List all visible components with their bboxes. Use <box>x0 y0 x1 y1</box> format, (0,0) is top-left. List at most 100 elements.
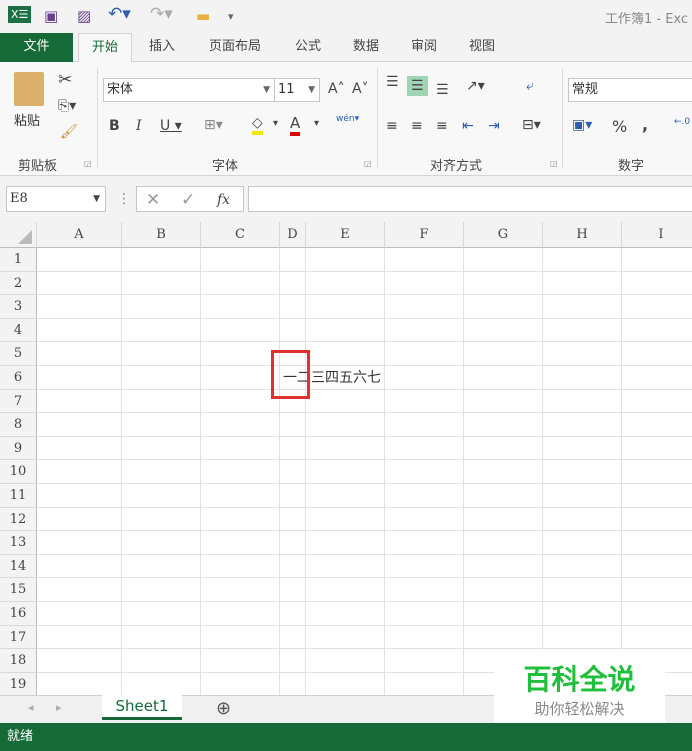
tab-insert[interactable]: 插入 <box>140 33 184 62</box>
save-icon[interactable]: ▣ <box>44 7 58 25</box>
row-header-12[interactable]: 12 <box>0 507 37 532</box>
gridline <box>37 506 692 508</box>
tab-data[interactable]: 数据 <box>344 33 388 62</box>
bold-icon[interactable]: B <box>109 118 120 134</box>
format-painter-icon[interactable]: 🖌 <box>60 124 78 140</box>
name-box[interactable]: E8 ▼ <box>6 186 106 212</box>
gridline <box>279 248 280 695</box>
font-color-icon[interactable]: A <box>290 114 301 136</box>
align-right-icon[interactable]: ≡ <box>436 118 448 134</box>
row-header-15[interactable]: 15 <box>0 578 37 602</box>
row-header-14[interactable]: 14 <box>0 554 37 579</box>
increase-indent-icon[interactable]: ⇥ <box>488 118 500 134</box>
row-header-13[interactable]: 13 <box>0 531 37 555</box>
decrease-font-icon[interactable]: A˅ <box>352 81 369 97</box>
row-header-8[interactable]: 8 <box>0 413 37 437</box>
new-sheet-icon[interactable]: ⊕ <box>216 698 231 719</box>
align-left-icon[interactable]: ≡ <box>386 118 398 134</box>
gridline <box>37 553 692 555</box>
tab-page-layout[interactable]: 页面布局 <box>198 33 272 62</box>
dialog-launcher-icon[interactable]: ◲ <box>364 159 372 168</box>
tab-review[interactable]: 审阅 <box>402 33 446 62</box>
insert-function-icon[interactable]: fx <box>217 189 230 211</box>
sheet-tab-sheet1[interactable]: Sheet1 <box>102 695 182 720</box>
phonetic-icon[interactable]: wén▾ <box>336 114 359 124</box>
align-top-icon[interactable]: ☰ <box>386 74 399 90</box>
row-header-17[interactable]: 17 <box>0 625 37 650</box>
column-header-f[interactable]: F <box>385 222 464 248</box>
column-header-g[interactable]: G <box>464 222 543 248</box>
open-folder-icon[interactable]: ▬ <box>196 7 210 25</box>
row-header-19[interactable]: 19 <box>0 672 37 697</box>
align-bottom-icon[interactable]: ☰ <box>436 82 449 98</box>
decrease-indent-icon[interactable]: ⇤ <box>462 118 474 134</box>
tab-home[interactable]: 开始 <box>78 33 132 63</box>
cut-icon[interactable]: ✂ <box>58 70 72 90</box>
row-header-5[interactable]: 5 <box>0 342 37 366</box>
increase-font-icon[interactable]: A˄ <box>328 81 345 97</box>
scroll-left-icon[interactable]: ◂ <box>28 701 34 714</box>
align-middle-icon[interactable]: ☰ <box>407 76 428 96</box>
column-header-i[interactable]: I <box>622 222 692 248</box>
font-size-value: 11 <box>278 82 295 97</box>
wrap-text-icon[interactable]: ⤶ <box>526 78 534 94</box>
paste-icon[interactable] <box>14 72 44 106</box>
underline-icon[interactable]: U ▾ <box>160 118 182 134</box>
group-label-alignment: 对齐方式 <box>430 159 483 174</box>
column-header-c[interactable]: C <box>201 222 280 248</box>
comma-icon[interactable]: , <box>642 115 648 134</box>
scroll-right-icon[interactable]: ▸ <box>56 701 62 714</box>
merge-center-icon[interactable]: ⊟▾ <box>522 117 541 133</box>
fill-color-icon[interactable]: ◇ <box>252 115 263 135</box>
column-header-h[interactable]: H <box>543 222 622 248</box>
font-name-select[interactable]: 宋体 ▼ <box>103 78 275 102</box>
undo-icon[interactable]: ↶▾ <box>108 4 131 24</box>
italic-icon[interactable]: I <box>136 118 142 134</box>
gridline <box>37 317 692 319</box>
watermark-subtitle: 助你轻松解决 <box>534 700 625 718</box>
row-header-18[interactable]: 18 <box>0 649 37 673</box>
number-format-select[interactable]: 常规 <box>568 78 692 102</box>
font-name-value: 宋体 <box>107 82 134 97</box>
copy-icon[interactable]: ⎘▾ <box>58 98 76 114</box>
align-center-icon[interactable]: ≡ <box>411 118 423 134</box>
orientation-icon[interactable]: ↗▾ <box>466 78 485 94</box>
row-header-10[interactable]: 10 <box>0 460 37 484</box>
row-header-1[interactable]: 1 <box>0 248 37 272</box>
row-header-4[interactable]: 4 <box>0 318 37 343</box>
column-header-d[interactable]: D <box>280 222 306 248</box>
worksheet-grid[interactable]: ABCDEFGHI 1 2 3 4 5 6 7 8 9 10 11 12 13 14 15 16 17 18 19 … <box>0 222 692 697</box>
formula-input[interactable] <box>248 186 692 212</box>
column-header-b[interactable]: B <box>122 222 201 248</box>
row-header-16[interactable]: 16 <box>0 602 37 626</box>
row-header-7[interactable]: 7 <box>0 389 37 414</box>
gridline <box>37 365 692 366</box>
dialog-launcher-icon[interactable]: ◲ <box>84 159 92 168</box>
gridline <box>37 294 692 296</box>
borders-icon[interactable]: ⊞▾ <box>204 117 223 133</box>
cancel-icon[interactable]: ✕ <box>146 189 160 211</box>
increase-decimal-icon[interactable]: ←.0 <box>674 117 690 127</box>
row-header-11[interactable]: 11 <box>0 484 37 508</box>
redo-icon[interactable]: ↷▾ <box>150 4 173 24</box>
row-header-9[interactable]: 9 <box>0 436 37 461</box>
dialog-launcher-icon[interactable]: ◲ <box>550 159 558 168</box>
column-header-a[interactable]: A <box>37 222 122 248</box>
tab-view[interactable]: 视图 <box>460 33 504 62</box>
group-label-font: 字体 <box>212 159 239 174</box>
customize-toolbar-icon[interactable]: ▾ <box>228 10 234 23</box>
accounting-format-icon[interactable]: ▣▾ <box>572 117 592 133</box>
column-header-e[interactable]: E <box>306 222 385 248</box>
percent-icon[interactable]: % <box>612 117 627 136</box>
row-header-3[interactable]: 3 <box>0 295 37 319</box>
row-header-6[interactable]: 6 <box>0 366 37 390</box>
more-icon[interactable]: ⋮ <box>117 191 131 207</box>
row-header-2[interactable]: 2 <box>0 271 37 296</box>
tab-formulas[interactable]: 公式 <box>286 33 330 62</box>
enter-icon[interactable]: ✓ <box>181 189 195 211</box>
tab-file[interactable]: 文件 <box>0 33 73 62</box>
font-size-select[interactable]: 11 ▼ <box>274 78 320 102</box>
select-all-corner[interactable] <box>0 222 37 248</box>
paste-label[interactable]: 粘贴 <box>14 110 40 129</box>
save-as-icon[interactable]: ▨ <box>77 7 91 25</box>
